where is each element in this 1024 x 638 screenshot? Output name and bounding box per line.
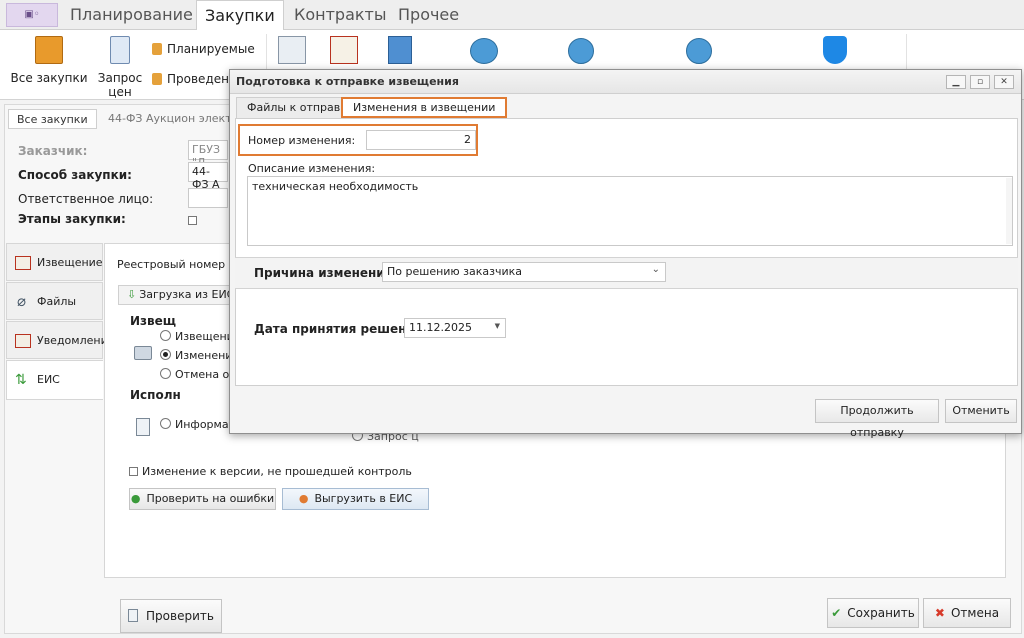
all-purchases-button[interactable]: Все закупки xyxy=(10,36,88,85)
version-control-checkbox[interactable]: Изменение к версии, не прошедшей контрол… xyxy=(129,465,412,478)
customer-field[interactable]: ГБУЗ "Д xyxy=(188,140,228,169)
continue-send-button[interactable]: Продолжить отправку xyxy=(815,399,939,439)
dropdown-arrow-icon: ▼ xyxy=(494,322,500,330)
stages-checkbox[interactable] xyxy=(188,214,201,227)
tab-purchases[interactable]: Закупки xyxy=(196,0,284,30)
document-icon xyxy=(152,43,162,55)
reason-label: Причина изменения: xyxy=(254,266,398,280)
decision-date-label: Дата принятия решения: xyxy=(254,322,428,336)
send-notice-dialog: Подготовка к отправке извещения ▁ ▫ ✕ Фа… xyxy=(229,69,1022,439)
paperclip-icon: ⌀ xyxy=(17,292,27,310)
close-button[interactable]: ✕ xyxy=(994,75,1014,89)
document-edit-icon xyxy=(152,73,162,85)
stages-label: Этапы закупки: xyxy=(18,212,126,226)
planned-button[interactable]: Планируемые xyxy=(152,42,255,56)
folders-icon xyxy=(35,36,63,64)
maximize-button[interactable]: ▫ xyxy=(970,75,990,89)
calculator-icon[interactable] xyxy=(278,36,306,64)
upload-icon: ● xyxy=(298,492,309,505)
description-scrollbar[interactable] xyxy=(1006,178,1012,244)
notice-heading: Извещ xyxy=(130,314,177,328)
save-button[interactable]: ✔ Сохранить xyxy=(827,598,919,628)
side-tab-notice[interactable]: Извещение xyxy=(6,243,103,281)
dialog-cancel-button[interactable]: Отменить xyxy=(945,399,1017,423)
calendar-icon[interactable] xyxy=(330,36,358,64)
megaphone-icon xyxy=(134,346,152,360)
download-icon: ⇩ xyxy=(127,288,137,301)
check-errors-button[interactable]: ● Проверить на ошибки xyxy=(129,488,276,510)
transfer-arrows-icon: ⇅ xyxy=(15,372,27,388)
globe-view-icon[interactable] xyxy=(470,38,498,64)
reason-select[interactable]: По решению заказчика ⌄ xyxy=(382,262,666,282)
description-textarea[interactable]: техническая необходимость xyxy=(247,176,1013,246)
clipboard-icon xyxy=(110,36,130,64)
check-circle-icon: ✔ xyxy=(831,606,842,620)
side-tab-files[interactable]: ⌀ Файлы xyxy=(6,282,103,320)
execution-heading: Исполн xyxy=(130,388,181,402)
responsible-field[interactable] xyxy=(188,188,228,208)
dialog-title: Подготовка к отправке извещения xyxy=(230,70,1021,94)
upload-eis-button[interactable]: ● Выгрузить в ЕИС xyxy=(282,488,429,510)
document-icon xyxy=(136,418,150,436)
side-tab-notifications[interactable]: Уведомления xyxy=(6,321,114,359)
changes-panel xyxy=(235,118,1018,386)
subtab-all-purchases[interactable]: Все закупки xyxy=(8,109,97,129)
method-field[interactable]: 44-ФЗ А xyxy=(188,162,228,191)
side-tab-eis[interactable]: ⇅ ЕИС xyxy=(6,360,103,400)
radio-information[interactable]: Информац xyxy=(160,418,236,431)
calendar-icon xyxy=(15,334,31,348)
load-from-eis-tab[interactable]: ⇩ Загрузка из ЕИС xyxy=(118,285,244,305)
calendar-icon xyxy=(15,256,31,270)
cancel-circle-icon: ✖ xyxy=(934,606,945,620)
divider xyxy=(235,288,1018,289)
method-label: Способ закупки: xyxy=(18,168,132,182)
book-icon[interactable] xyxy=(388,36,412,64)
shield-user-icon[interactable] xyxy=(823,36,847,64)
radio-change[interactable]: Изменение xyxy=(160,349,239,362)
decision-date-input[interactable]: 11.12.2025 ▼ xyxy=(404,318,506,338)
minimize-button[interactable]: ▁ xyxy=(946,75,966,89)
ribbon-tab-bar: ▣◦ Планирование Закупки Контракты Прочее xyxy=(0,0,1024,30)
tab-notice-changes[interactable]: Изменения в извещении xyxy=(341,97,508,118)
tab-contracts[interactable]: Контракты xyxy=(294,0,387,30)
change-number-label: Номер изменения: xyxy=(248,134,356,147)
globe-search-icon[interactable] xyxy=(686,38,712,64)
tab-planning[interactable]: Планирование xyxy=(70,0,193,30)
tab-other[interactable]: Прочее xyxy=(398,0,459,30)
responsible-label: Ответственное лицо: xyxy=(18,192,154,206)
description-label: Описание изменения: xyxy=(248,162,376,175)
chevron-down-icon: ⌄ xyxy=(651,264,660,275)
document-check-icon xyxy=(128,609,139,622)
customer-label: Заказчик: xyxy=(18,144,88,158)
check-icon: ● xyxy=(130,492,141,505)
radio-cancel[interactable]: Отмена оп xyxy=(160,368,236,381)
conducted-button[interactable]: Проведен xyxy=(152,72,229,86)
globe-abc-icon[interactable] xyxy=(568,38,594,64)
check-button[interactable]: Проверить xyxy=(120,599,222,633)
price-request-button[interactable]: Запрос цен xyxy=(96,36,144,99)
app-menu-button[interactable]: ▣◦ xyxy=(6,3,58,27)
cancel-button[interactable]: ✖ Отмена xyxy=(923,598,1011,628)
change-number-input[interactable]: 2 xyxy=(366,130,476,150)
